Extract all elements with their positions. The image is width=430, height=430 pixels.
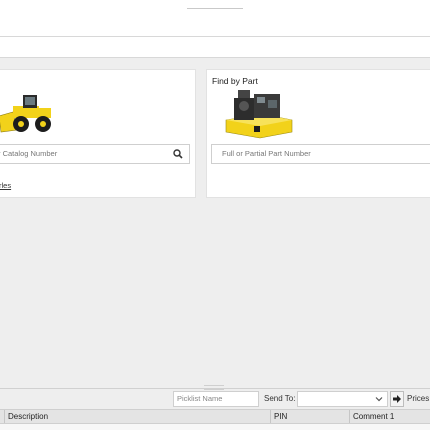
send-to-label: Send To: (264, 394, 296, 403)
column-header-pin[interactable]: PIN (270, 410, 350, 423)
send-button[interactable] (390, 391, 404, 407)
model-search-placeholder: r Catalog Number (0, 149, 58, 158)
model-search-input[interactable]: r Catalog Number (0, 144, 190, 164)
engine-part-image (224, 88, 294, 140)
picklist-table-header: Description PIN Comment 1 (0, 409, 430, 424)
series-link[interactable]: rles (0, 181, 11, 190)
picklist-name-placeholder: Picklist Name (177, 394, 223, 403)
top-header (0, 0, 430, 37)
chevron-down-icon (375, 397, 383, 402)
part-number-input[interactable]: Full or Partial Part Number (211, 144, 430, 164)
picklist-toolbar: Picklist Name Send To: Prices: (0, 389, 430, 409)
find-by-part-card: Find by Part Full or Partial Part Number (206, 69, 430, 198)
search-icon[interactable] (173, 149, 183, 159)
arrow-right-icon (393, 395, 401, 403)
top-tab-indicator[interactable] (187, 0, 243, 9)
engine-part-icon (225, 90, 293, 139)
wheel-loader-image (0, 90, 55, 136)
send-to-select[interactable] (297, 391, 388, 407)
column-header-description[interactable]: Description (4, 410, 271, 423)
prices-label: Prices: (407, 394, 430, 403)
find-by-part-title: Find by Part (212, 76, 258, 86)
table-body (0, 424, 430, 430)
sub-header-bar (0, 37, 430, 58)
picklist-name-input[interactable]: Picklist Name (173, 391, 259, 407)
column-header-comment-1[interactable]: Comment 1 (349, 410, 430, 423)
find-by-model-card: r Catalog Number rles (0, 69, 196, 198)
wheel-loader-icon (0, 95, 51, 133)
part-number-placeholder: Full or Partial Part Number (222, 149, 311, 158)
